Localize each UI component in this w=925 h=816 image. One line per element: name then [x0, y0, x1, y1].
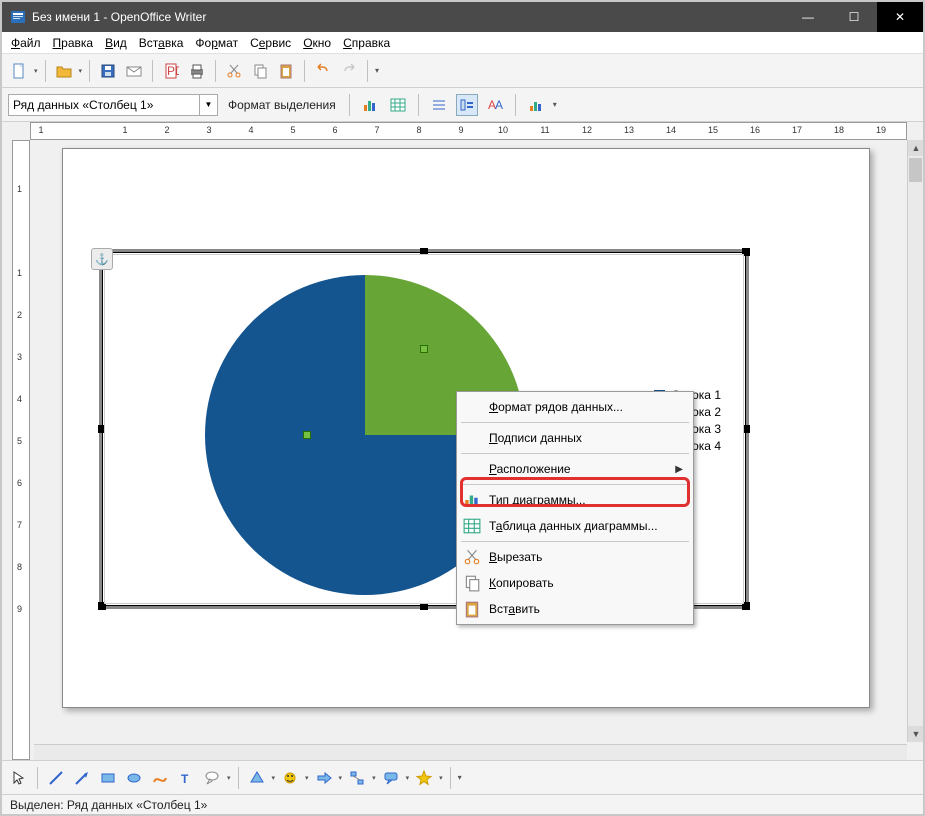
statusbar: Выделен: Ряд данных «Столбец 1» — [2, 794, 923, 814]
line-tool[interactable] — [45, 767, 67, 789]
hgrid-button[interactable] — [428, 94, 450, 116]
window-title: Без имени 1 - OpenOffice Writer — [32, 10, 785, 24]
paste-icon — [463, 600, 481, 618]
menu-tools[interactable]: Сервис — [245, 34, 296, 52]
status-text: Выделен: Ряд данных «Столбец 1» — [10, 798, 207, 812]
select-tool[interactable] — [8, 767, 30, 789]
cm-copy[interactable]: Копировать — [457, 570, 693, 596]
copy-button[interactable] — [249, 60, 271, 82]
vertical-ruler: 1123456789 — [12, 140, 30, 760]
format-selection-label[interactable]: Формат выделения — [224, 98, 340, 112]
data-table-button[interactable] — [387, 94, 409, 116]
callout-tool[interactable] — [201, 767, 223, 789]
new-button[interactable] — [8, 60, 30, 82]
menu-help[interactable]: Справка — [338, 34, 395, 52]
block-arrows-tool[interactable] — [313, 767, 335, 789]
context-menu: Формат рядов данных... Подписи данных Ра… — [456, 391, 694, 625]
rect-tool[interactable] — [97, 767, 119, 789]
anchor-icon: ⚓ — [91, 248, 113, 270]
email-button[interactable] — [123, 60, 145, 82]
symbol-shapes-tool[interactable] — [279, 767, 301, 789]
flowchart-tool[interactable] — [346, 767, 368, 789]
cm-data-labels[interactable]: Подписи данных — [457, 425, 693, 451]
combo-arrow-icon[interactable]: ▼ — [199, 95, 217, 115]
scroll-thumb[interactable] — [909, 158, 922, 182]
svg-text:A: A — [495, 98, 503, 112]
page-viewport: ⚓ — [34, 142, 905, 758]
basic-shapes-tool[interactable] — [246, 767, 268, 789]
cm-format-data-series[interactable]: Формат рядов данных... — [457, 394, 693, 420]
minimize-button[interactable]: — — [785, 2, 831, 32]
print-button[interactable] — [186, 60, 208, 82]
element-selector-combo[interactable]: ▼ — [8, 94, 218, 116]
svg-text:T: T — [181, 772, 189, 786]
workspace: 112345678910111213141516171819 112345678… — [2, 122, 923, 760]
export-pdf-button[interactable]: PDF — [160, 60, 182, 82]
undo-button[interactable] — [312, 60, 334, 82]
legend-button[interactable] — [456, 94, 478, 116]
maximize-button[interactable]: ☐ — [831, 2, 877, 32]
callouts-tool[interactable] — [380, 767, 402, 789]
vertical-scrollbar[interactable]: ▲ ▼ — [907, 140, 923, 742]
horizontal-ruler: 112345678910111213141516171819 — [30, 122, 907, 140]
menu-format[interactable]: Формат — [190, 34, 243, 52]
app-window: Без имени 1 - OpenOffice Writer — ☐ ✕ Фа… — [2, 2, 923, 814]
horizontal-scrollbar[interactable] — [34, 744, 907, 760]
ellipse-tool[interactable] — [123, 767, 145, 789]
svg-text:PDF: PDF — [167, 64, 179, 78]
menu-window[interactable]: Окно — [298, 34, 336, 52]
document-page: ⚓ — [62, 148, 870, 708]
cut-button[interactable] — [223, 60, 245, 82]
arrow-tool[interactable] — [71, 767, 93, 789]
element-selector-input[interactable] — [9, 95, 199, 115]
redo-button[interactable] — [338, 60, 360, 82]
cm-cut[interactable]: Вырезать — [457, 544, 693, 570]
scale-text-button[interactable]: AA — [484, 94, 506, 116]
submenu-arrow-icon: ▶ — [675, 464, 683, 475]
copy-icon — [463, 574, 481, 592]
titlebar: Без имени 1 - OpenOffice Writer — ☐ ✕ — [2, 2, 923, 32]
cm-chart-data-table[interactable]: Таблица данных диаграммы... — [457, 513, 693, 539]
save-button[interactable] — [97, 60, 119, 82]
selection-handle[interactable] — [303, 431, 311, 439]
chart-type-button[interactable] — [359, 94, 381, 116]
open-button[interactable] — [53, 60, 75, 82]
reorganize-button[interactable] — [525, 94, 547, 116]
stars-tool[interactable] — [413, 767, 435, 789]
cm-paste[interactable]: Вставить — [457, 596, 693, 622]
standard-toolbar: ▾ ▾ PDF ▾ — [2, 54, 923, 88]
window-buttons: — ☐ ✕ — [785, 2, 923, 32]
drawing-toolbar: T ▾ ▾ ▾ ▾ ▾ ▾ ▾ ▾ — [2, 760, 923, 794]
menubar: Файл Правка Вид Вставка Формат Сервис Ок… — [2, 32, 923, 54]
data-table-icon — [463, 517, 481, 535]
close-button[interactable]: ✕ — [877, 2, 923, 32]
chart-type-icon — [463, 491, 481, 509]
paste-button[interactable] — [275, 60, 297, 82]
cm-arrangement[interactable]: Расположение ▶ — [457, 456, 693, 482]
menu-insert[interactable]: Вставка — [134, 34, 189, 52]
menu-file[interactable]: Файл — [6, 34, 46, 52]
app-icon — [10, 9, 26, 25]
formatting-toolbar: ▼ Формат выделения AA ▾ — [2, 88, 923, 122]
cm-chart-type[interactable]: Тип диаграммы... — [457, 487, 693, 513]
cut-icon — [463, 548, 481, 566]
text-tool[interactable]: T — [175, 767, 197, 789]
menu-edit[interactable]: Правка — [48, 34, 99, 52]
scroll-up-button[interactable]: ▲ — [908, 140, 923, 156]
freeform-tool[interactable] — [149, 767, 171, 789]
scroll-down-button[interactable]: ▼ — [908, 726, 923, 742]
menu-view[interactable]: Вид — [100, 34, 132, 52]
selection-handle[interactable] — [420, 345, 428, 353]
